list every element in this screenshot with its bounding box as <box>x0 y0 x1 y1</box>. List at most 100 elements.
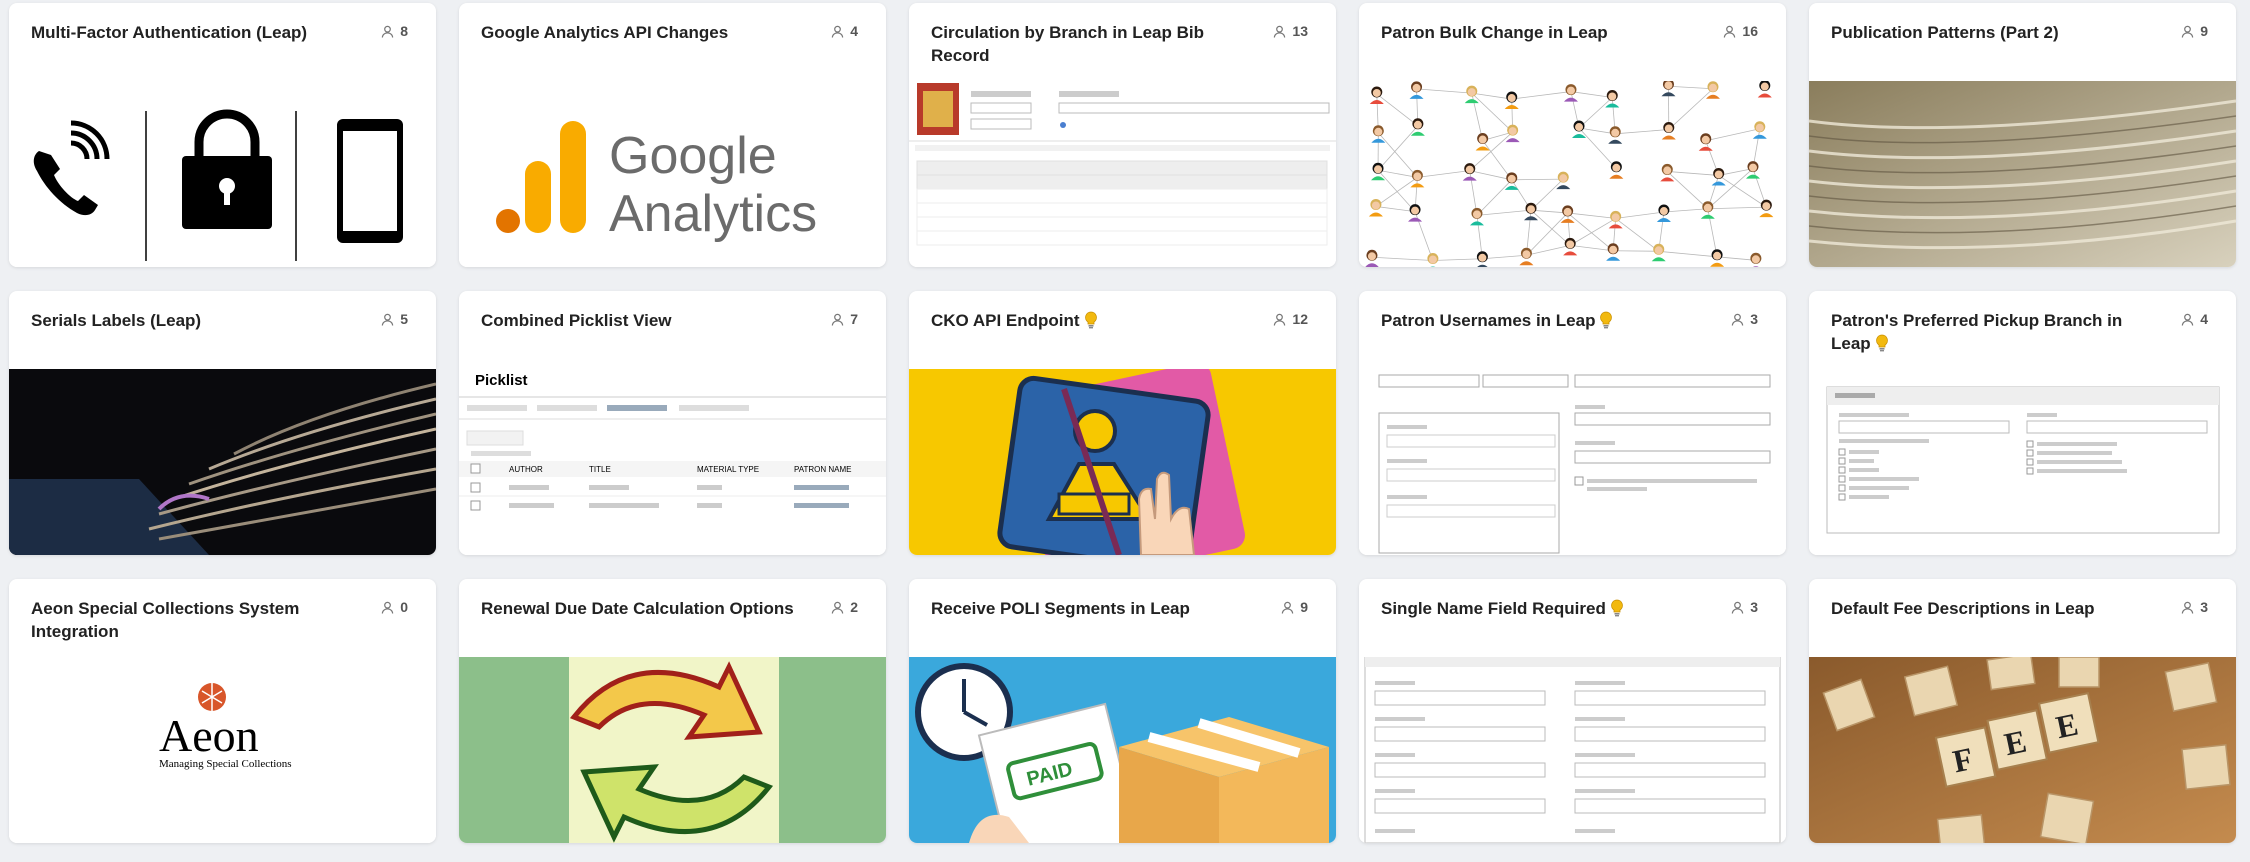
card-default-fee-descriptions[interactable]: Default Fee Descriptions in Leap 3 F E E <box>1809 579 2236 843</box>
subscriber-count: 7 <box>831 311 858 327</box>
person-icon <box>381 25 394 38</box>
card-thumbnail <box>1809 369 2236 555</box>
card-title: Default Fee Descriptions in Leap <box>1831 599 2095 618</box>
card-header: Renewal Due Date Calculation Options 2 <box>459 579 886 657</box>
magazine-stack-photo <box>1809 81 2236 267</box>
card-title: Patron Bulk Change in Leap <box>1381 23 1608 42</box>
card-thumbnail: Aeon Managing Special Collections <box>9 657 436 843</box>
card-thumbnail <box>1359 369 1786 555</box>
person-icon <box>1274 313 1286 326</box>
person-icon <box>1274 25 1286 38</box>
count-value: 8 <box>400 23 408 39</box>
person-icon <box>1281 601 1294 614</box>
lightbulb-icon <box>1600 311 1613 329</box>
card-thumbnail <box>459 657 886 843</box>
card-receive-poli-segments[interactable]: Receive POLI Segments in Leap 9 PAID <box>909 579 1336 843</box>
card-renewal-due-date[interactable]: Renewal Due Date Calculation Options 2 <box>459 579 886 843</box>
subscriber-count: 3 <box>1731 311 1758 327</box>
card-title: Renewal Due Date Calculation Options <box>481 599 794 618</box>
card-title: Combined Picklist View <box>481 311 672 330</box>
card-serials-labels[interactable]: Serials Labels (Leap) 5 <box>9 291 436 555</box>
subscriber-count: 3 <box>2181 599 2208 615</box>
subscriber-count: 4 <box>831 23 858 39</box>
library-card-illustration <box>909 369 1336 555</box>
card-patron-bulk-change[interactable]: Patron Bulk Change in Leap 16 <box>1359 3 1786 267</box>
card-grid: Multi-Factor Authentication (Leap) 8 Goo… <box>9 3 2236 843</box>
card-thumbnail <box>9 369 436 555</box>
count-value: 5 <box>400 311 408 327</box>
card-header: CKO API Endpoint 12 <box>909 291 1336 369</box>
subscriber-count: 5 <box>381 311 408 327</box>
subscriber-count: 4 <box>2181 311 2208 327</box>
card-title: CKO API Endpoint <box>931 309 1256 332</box>
subscriber-count: 12 <box>1273 311 1308 327</box>
card-header: Single Name Field Required 3 <box>1359 579 1786 657</box>
aeon-logo-icon <box>198 683 226 711</box>
col-patron-name: PATRON NAME <box>794 465 851 474</box>
card-title: Patron Usernames in Leap <box>1381 309 1706 332</box>
subscriber-count: 2 <box>831 599 858 615</box>
count-value: 9 <box>2200 23 2208 39</box>
person-icon <box>381 601 394 614</box>
card-header: Circulation by Branch in Leap Bib Record… <box>909 3 1336 81</box>
card-preferred-pickup-branch[interactable]: Patron's Preferred Pickup Branch in Leap… <box>1809 291 2236 555</box>
lightbulb-icon <box>1084 311 1097 329</box>
card-circulation-by-branch[interactable]: Circulation by Branch in Leap Bib Record… <box>909 3 1336 267</box>
card-title: Publication Patterns (Part 2) <box>1831 23 2059 42</box>
count-value: 3 <box>2200 599 2208 615</box>
card-combined-picklist-view[interactable]: Combined Picklist View 7 Picklist AUTHOR <box>459 291 886 555</box>
col-material-type: MATERIAL TYPE <box>697 465 759 474</box>
scrabble-tiles-photo: F E E <box>1809 657 2236 843</box>
card-thumbnail <box>1359 657 1786 843</box>
subscriber-count: 9 <box>1281 599 1308 615</box>
card-thumbnail <box>9 81 436 267</box>
card-title-text: Single Name Field Required <box>1381 599 1606 618</box>
card-patron-usernames[interactable]: Patron Usernames in Leap 3 <box>1359 291 1786 555</box>
people-network-illustration <box>1359 81 1786 267</box>
card-header: Multi-Factor Authentication (Leap) 8 <box>9 3 436 81</box>
card-thumbnail <box>909 81 1336 267</box>
count-value: 3 <box>1750 311 1758 327</box>
subscriber-count: 3 <box>1731 599 1758 615</box>
card-single-name-field[interactable]: Single Name Field Required 3 <box>1359 579 1786 843</box>
subscriber-count: 0 <box>381 599 408 615</box>
lightbulb-icon <box>1610 599 1623 617</box>
count-value: 3 <box>1750 599 1758 615</box>
book-pages-photo <box>9 369 436 555</box>
paid-invoice-illustration: PAID <box>909 657 1336 843</box>
card-title-text: Patron Usernames in Leap <box>1381 311 1596 330</box>
card-aeon-integration[interactable]: Aeon Special Collections System Integrat… <box>9 579 436 843</box>
card-header: Patron's Preferred Pickup Branch in Leap… <box>1809 291 2236 369</box>
card-publication-patterns[interactable]: Publication Patterns (Part 2) 9 <box>1809 3 2236 267</box>
aeon-tagline: Managing Special Collections <box>159 758 292 770</box>
count-value: 16 <box>1742 23 1758 39</box>
person-icon <box>1724 25 1736 38</box>
card-google-analytics[interactable]: Google Analytics API Changes 4 Google An… <box>459 3 886 267</box>
card-thumbnail <box>1359 81 1786 267</box>
card-multi-factor-authentication[interactable]: Multi-Factor Authentication (Leap) 8 <box>9 3 436 267</box>
count-value: 4 <box>2200 311 2208 327</box>
picklist-title: Picklist <box>475 372 528 389</box>
person-icon <box>831 313 844 326</box>
subscriber-count: 16 <box>1723 23 1758 39</box>
count-value: 12 <box>1292 311 1308 327</box>
card-cko-api-endpoint[interactable]: CKO API Endpoint 12 <box>909 291 1336 555</box>
subscriber-count: 8 <box>381 23 408 39</box>
card-thumbnail: PAID <box>909 657 1336 843</box>
card-header: Combined Picklist View 7 <box>459 291 886 369</box>
renewal-arrows-illustration <box>459 657 886 843</box>
smartphone-icon <box>337 119 403 243</box>
card-title: Single Name Field Required <box>1381 597 1706 620</box>
card-header: Aeon Special Collections System Integrat… <box>9 579 436 657</box>
aeon-name: Aeon <box>159 710 259 761</box>
card-header: Serials Labels (Leap) 5 <box>9 291 436 369</box>
count-value: 2 <box>850 599 858 615</box>
card-title: Patron's Preferred Pickup Branch in Leap <box>1831 309 2156 355</box>
google-word: Google <box>609 127 777 185</box>
count-value: 0 <box>400 599 408 615</box>
subscriber-count: 9 <box>2181 23 2208 39</box>
card-header: Patron Usernames in Leap 3 <box>1359 291 1786 369</box>
card-title: Multi-Factor Authentication (Leap) <box>31 23 308 42</box>
card-header: Receive POLI Segments in Leap 9 <box>909 579 1336 657</box>
card-title: Aeon Special Collections System Integrat… <box>31 599 300 641</box>
